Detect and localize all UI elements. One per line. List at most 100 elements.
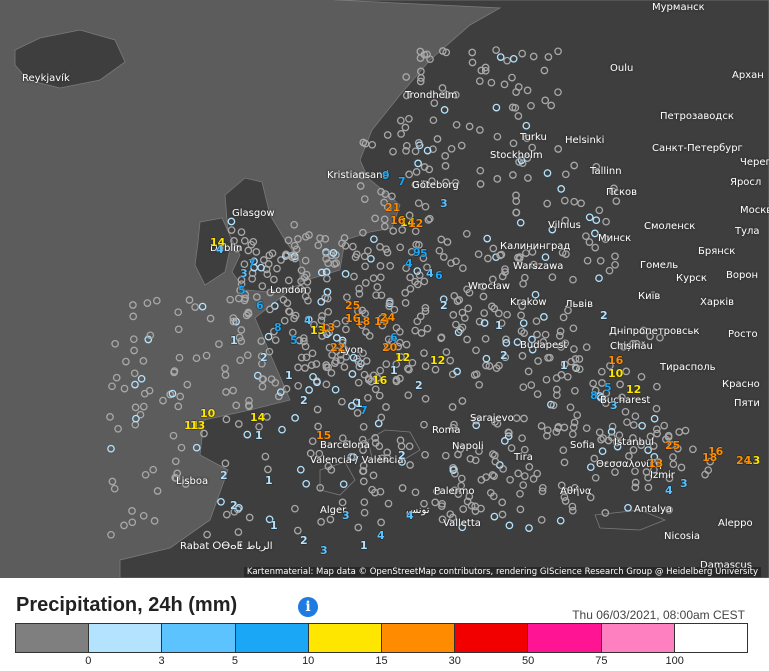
city-label: Росто [728, 329, 758, 340]
station-marker [417, 329, 426, 337]
station-marker [294, 381, 303, 390]
station-marker [271, 336, 280, 344]
info-icon[interactable]: i [298, 597, 318, 617]
station-marker [652, 404, 661, 413]
station-marker [525, 524, 533, 532]
station-value: 1 [265, 474, 273, 487]
city-label: Stockholm [490, 150, 543, 161]
station-marker [364, 246, 372, 255]
station-marker [612, 197, 621, 205]
station-marker [421, 394, 430, 403]
station-value: 24 [380, 311, 396, 324]
station-marker [591, 243, 600, 252]
station-value: 10 [608, 367, 624, 380]
station-marker [506, 475, 514, 484]
station-value: 4 [406, 509, 414, 522]
city-label: Budapest [520, 340, 568, 351]
station-marker [376, 273, 385, 282]
station-marker [111, 339, 119, 348]
station-marker [623, 418, 631, 427]
city-label: Москва [740, 205, 769, 216]
station-value: 4 [426, 267, 434, 280]
station-marker [420, 349, 428, 357]
station-marker [490, 512, 499, 521]
station-marker [514, 112, 523, 120]
station-marker [481, 334, 490, 343]
station-marker [476, 126, 484, 134]
station-value: 18 [702, 451, 718, 464]
city-label: Oulu [610, 63, 634, 74]
station-markers-layer [106, 46, 715, 539]
city-label: Izmir [650, 470, 675, 481]
station-marker [229, 386, 237, 395]
station-marker [376, 243, 384, 251]
station-marker [412, 168, 421, 176]
city-label: Дніпропетровськ [609, 326, 700, 337]
station-marker [446, 356, 455, 365]
station-marker [367, 254, 375, 263]
station-marker [533, 390, 542, 398]
station-marker [402, 73, 411, 81]
station-marker [460, 314, 469, 322]
station-marker [341, 270, 350, 278]
station-value: 2 [300, 534, 308, 547]
station-marker [571, 386, 579, 395]
station-marker [631, 412, 640, 421]
station-marker [129, 301, 137, 309]
legend-swatch-0 [16, 624, 90, 652]
station-marker [484, 254, 492, 263]
station-marker [266, 305, 274, 314]
city-label: Nicosia [664, 531, 700, 542]
station-marker [498, 498, 507, 507]
station-marker [159, 396, 167, 405]
station-value: 2 [415, 379, 423, 392]
map-attribution: Kartenmaterial: Map data © OpenStreetMap… [243, 567, 761, 577]
station-marker [290, 220, 299, 229]
station-marker [487, 78, 496, 87]
station-marker [457, 474, 466, 483]
station-marker [570, 161, 579, 170]
station-marker [369, 274, 378, 283]
legend-swatch-8 [601, 624, 675, 652]
station-marker [322, 380, 331, 389]
city-label: Αθήνα [560, 486, 592, 497]
station-value: 5 [420, 247, 428, 260]
station-marker [541, 330, 550, 339]
station-marker [493, 132, 502, 141]
station-marker [583, 256, 592, 265]
station-marker [338, 397, 346, 406]
station-marker [522, 121, 531, 130]
station-marker [543, 169, 552, 177]
station-marker [520, 472, 529, 480]
station-marker [559, 446, 568, 455]
city-label: Курск [676, 273, 707, 284]
station-marker [245, 513, 254, 522]
station-marker [474, 250, 483, 259]
station-marker [650, 414, 659, 423]
station-marker [291, 414, 299, 422]
legend-swatch-1 [89, 624, 163, 652]
station-marker [139, 511, 148, 520]
precipitation-map[interactable]: Reykjavík Oulu Мурманск Архан Петрозаводск Tu… [0, 0, 769, 578]
legend-title: Precipitation, 24h (mm) [16, 594, 238, 616]
station-marker [503, 310, 511, 319]
station-marker [227, 226, 236, 234]
station-marker [240, 236, 249, 245]
city-label: Vilnius [548, 220, 581, 231]
city-label: Sofia [570, 440, 595, 451]
city-label: Тула [735, 226, 760, 237]
station-marker [361, 279, 370, 287]
station-marker [354, 378, 363, 387]
city-label: Ворон [726, 270, 758, 281]
station-marker [360, 498, 369, 507]
station-marker [585, 238, 594, 246]
station-marker [376, 262, 385, 270]
legend-swatch-9 [674, 624, 748, 652]
station-marker [441, 152, 450, 160]
station-marker [591, 473, 600, 482]
station-marker [527, 381, 536, 389]
legend-tick-labels: 0 3 5 10 15 30 50 75 100 [15, 655, 748, 669]
station-marker [107, 444, 115, 453]
station-marker [317, 297, 326, 306]
station-marker [450, 292, 459, 300]
